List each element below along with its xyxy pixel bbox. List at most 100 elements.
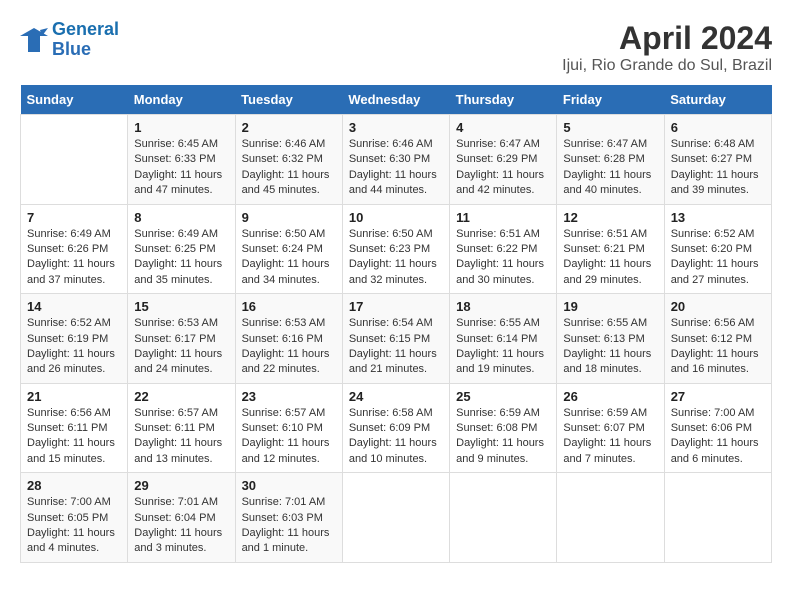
calendar-cell: 25 Sunrise: 6:59 AM Sunset: 6:08 PM Dayli… [450, 383, 557, 473]
day-number: 23 [242, 389, 336, 404]
column-header-sunday: Sunday [21, 85, 128, 115]
day-info: Sunrise: 6:52 AM Sunset: 6:20 PM Dayligh… [671, 227, 765, 289]
calendar-cell: 27 Sunrise: 7:00 AM Sunset: 6:06 PM Dayli… [664, 383, 771, 473]
page-title: April 2024 [562, 20, 772, 57]
calendar-cell: 23 Sunrise: 6:57 AM Sunset: 6:10 PM Dayli… [235, 383, 342, 473]
day-number: 11 [456, 210, 550, 225]
calendar-cell: 8 Sunrise: 6:49 AM Sunset: 6:25 PM Daylig… [128, 204, 235, 294]
day-number: 5 [563, 120, 657, 135]
day-info: Sunrise: 6:46 AM Sunset: 6:32 PM Dayligh… [242, 137, 336, 199]
day-info: Sunrise: 7:01 AM Sunset: 6:04 PM Dayligh… [134, 495, 228, 557]
day-number: 8 [134, 210, 228, 225]
day-info: Sunrise: 6:50 AM Sunset: 6:24 PM Dayligh… [242, 227, 336, 289]
day-number: 12 [563, 210, 657, 225]
day-number: 1 [134, 120, 228, 135]
calendar-cell: 4 Sunrise: 6:47 AM Sunset: 6:29 PM Daylig… [450, 115, 557, 205]
day-info: Sunrise: 6:53 AM Sunset: 6:17 PM Dayligh… [134, 316, 228, 378]
day-number: 9 [242, 210, 336, 225]
calendar-cell: 30Sunrise: 7:01 AM Sunset: 6:03 PM Dayli… [235, 473, 342, 563]
day-info: Sunrise: 6:57 AM Sunset: 6:10 PM Dayligh… [242, 406, 336, 468]
page-subtitle: Ijui, Rio Grande do Sul, Brazil [562, 57, 772, 75]
day-info: Sunrise: 6:46 AM Sunset: 6:30 PM Dayligh… [349, 137, 443, 199]
day-info: Sunrise: 6:45 AM Sunset: 6:33 PM Dayligh… [134, 137, 228, 199]
calendar-cell: 20 Sunrise: 6:56 AM Sunset: 6:12 PM Dayli… [664, 294, 771, 384]
day-info: Sunrise: 6:59 AM Sunset: 6:07 PM Dayligh… [563, 406, 657, 468]
logo-icon [20, 26, 48, 54]
calendar-cell: 28 Sunrise: 7:00 AM Sunset: 6:05 PM Dayli… [21, 473, 128, 563]
day-info: Sunrise: 6:56 AM Sunset: 6:11 PM Dayligh… [27, 406, 121, 468]
day-info: Sunrise: 7:01 AM Sunset: 6:03 PM Dayligh… [242, 495, 336, 557]
calendar-cell: 19 Sunrise: 6:55 AM Sunset: 6:13 PM Dayli… [557, 294, 664, 384]
day-info: Sunrise: 6:56 AM Sunset: 6:12 PM Dayligh… [671, 316, 765, 378]
calendar-cell: 26Sunrise: 6:59 AM Sunset: 6:07 PM Dayli… [557, 383, 664, 473]
calendar-week-4: 21 Sunrise: 6:56 AM Sunset: 6:11 PM Dayli… [21, 383, 772, 473]
day-number: 25 [456, 389, 550, 404]
calendar-table: SundayMondayTuesdayWednesdayThursdayFrid… [20, 85, 772, 563]
day-number: 2 [242, 120, 336, 135]
calendar-cell: 17 Sunrise: 6:54 AM Sunset: 6:15 PM Dayli… [342, 294, 449, 384]
day-number: 14 [27, 299, 121, 314]
calendar-cell: 22Sunrise: 6:57 AM Sunset: 6:11 PM Dayli… [128, 383, 235, 473]
day-info: Sunrise: 6:55 AM Sunset: 6:13 PM Dayligh… [563, 316, 657, 378]
calendar-cell: 18Sunrise: 6:55 AM Sunset: 6:14 PM Dayli… [450, 294, 557, 384]
calendar-cell: 16Sunrise: 6:53 AM Sunset: 6:16 PM Dayli… [235, 294, 342, 384]
calendar-cell: 12 Sunrise: 6:51 AM Sunset: 6:21 PM Dayli… [557, 204, 664, 294]
calendar-cell [450, 473, 557, 563]
calendar-cell: 7Sunrise: 6:49 AM Sunset: 6:26 PM Daylig… [21, 204, 128, 294]
column-header-wednesday: Wednesday [342, 85, 449, 115]
day-info: Sunrise: 6:54 AM Sunset: 6:15 PM Dayligh… [349, 316, 443, 378]
day-number: 13 [671, 210, 765, 225]
day-number: 15 [134, 299, 228, 314]
calendar-cell: 15 Sunrise: 6:53 AM Sunset: 6:17 PM Dayli… [128, 294, 235, 384]
column-header-saturday: Saturday [664, 85, 771, 115]
day-number: 6 [671, 120, 765, 135]
calendar-cell: 9 Sunrise: 6:50 AM Sunset: 6:24 PM Daylig… [235, 204, 342, 294]
day-info: Sunrise: 6:59 AM Sunset: 6:08 PM Dayligh… [456, 406, 550, 468]
logo: General Blue [20, 20, 119, 60]
day-number: 24 [349, 389, 443, 404]
day-info: Sunrise: 6:47 AM Sunset: 6:28 PM Dayligh… [563, 137, 657, 199]
day-number: 27 [671, 389, 765, 404]
calendar-cell: 14 Sunrise: 6:52 AM Sunset: 6:19 PM Dayli… [21, 294, 128, 384]
day-info: Sunrise: 7:00 AM Sunset: 6:06 PM Dayligh… [671, 406, 765, 468]
day-info: Sunrise: 6:57 AM Sunset: 6:11 PM Dayligh… [134, 406, 228, 468]
calendar-week-3: 14 Sunrise: 6:52 AM Sunset: 6:19 PM Dayli… [21, 294, 772, 384]
day-info: Sunrise: 6:55 AM Sunset: 6:14 PM Dayligh… [456, 316, 550, 378]
day-info: Sunrise: 6:47 AM Sunset: 6:29 PM Dayligh… [456, 137, 550, 199]
column-header-friday: Friday [557, 85, 664, 115]
column-header-monday: Monday [128, 85, 235, 115]
calendar-cell: 29 Sunrise: 7:01 AM Sunset: 6:04 PM Dayli… [128, 473, 235, 563]
day-number: 10 [349, 210, 443, 225]
calendar-cell: 11 Sunrise: 6:51 AM Sunset: 6:22 PM Dayli… [450, 204, 557, 294]
day-number: 19 [563, 299, 657, 314]
calendar-cell: 5 Sunrise: 6:47 AM Sunset: 6:28 PM Daylig… [557, 115, 664, 205]
day-number: 21 [27, 389, 121, 404]
day-number: 28 [27, 478, 121, 493]
day-info: Sunrise: 6:52 AM Sunset: 6:19 PM Dayligh… [27, 316, 121, 378]
calendar-cell: 24 Sunrise: 6:58 AM Sunset: 6:09 PM Dayli… [342, 383, 449, 473]
calendar-cell: 13 Sunrise: 6:52 AM Sunset: 6:20 PM Dayli… [664, 204, 771, 294]
day-number: 4 [456, 120, 550, 135]
calendar-week-5: 28 Sunrise: 7:00 AM Sunset: 6:05 PM Dayli… [21, 473, 772, 563]
day-number: 20 [671, 299, 765, 314]
calendar-cell [664, 473, 771, 563]
page-header: General Blue April 2024 Ijui, Rio Grande… [20, 20, 772, 75]
day-info: Sunrise: 6:50 AM Sunset: 6:23 PM Dayligh… [349, 227, 443, 289]
day-info: Sunrise: 6:49 AM Sunset: 6:25 PM Dayligh… [134, 227, 228, 289]
calendar-cell: 6Sunrise: 6:48 AM Sunset: 6:27 PM Daylig… [664, 115, 771, 205]
calendar-cell: 10 Sunrise: 6:50 AM Sunset: 6:23 PM Dayli… [342, 204, 449, 294]
day-info: Sunrise: 6:51 AM Sunset: 6:21 PM Dayligh… [563, 227, 657, 289]
calendar-week-1: 1 Sunrise: 6:45 AM Sunset: 6:33 PM Daylig… [21, 115, 772, 205]
column-header-thursday: Thursday [450, 85, 557, 115]
day-number: 29 [134, 478, 228, 493]
calendar-cell [21, 115, 128, 205]
day-info: Sunrise: 7:00 AM Sunset: 6:05 PM Dayligh… [27, 495, 121, 557]
calendar-cell [342, 473, 449, 563]
day-info: Sunrise: 6:51 AM Sunset: 6:22 PM Dayligh… [456, 227, 550, 289]
logo-text: General Blue [52, 20, 119, 60]
calendar-cell: 21 Sunrise: 6:56 AM Sunset: 6:11 PM Dayli… [21, 383, 128, 473]
day-number: 17 [349, 299, 443, 314]
day-info: Sunrise: 6:58 AM Sunset: 6:09 PM Dayligh… [349, 406, 443, 468]
calendar-cell: 1 Sunrise: 6:45 AM Sunset: 6:33 PM Daylig… [128, 115, 235, 205]
calendar-header-row: SundayMondayTuesdayWednesdayThursdayFrid… [21, 85, 772, 115]
